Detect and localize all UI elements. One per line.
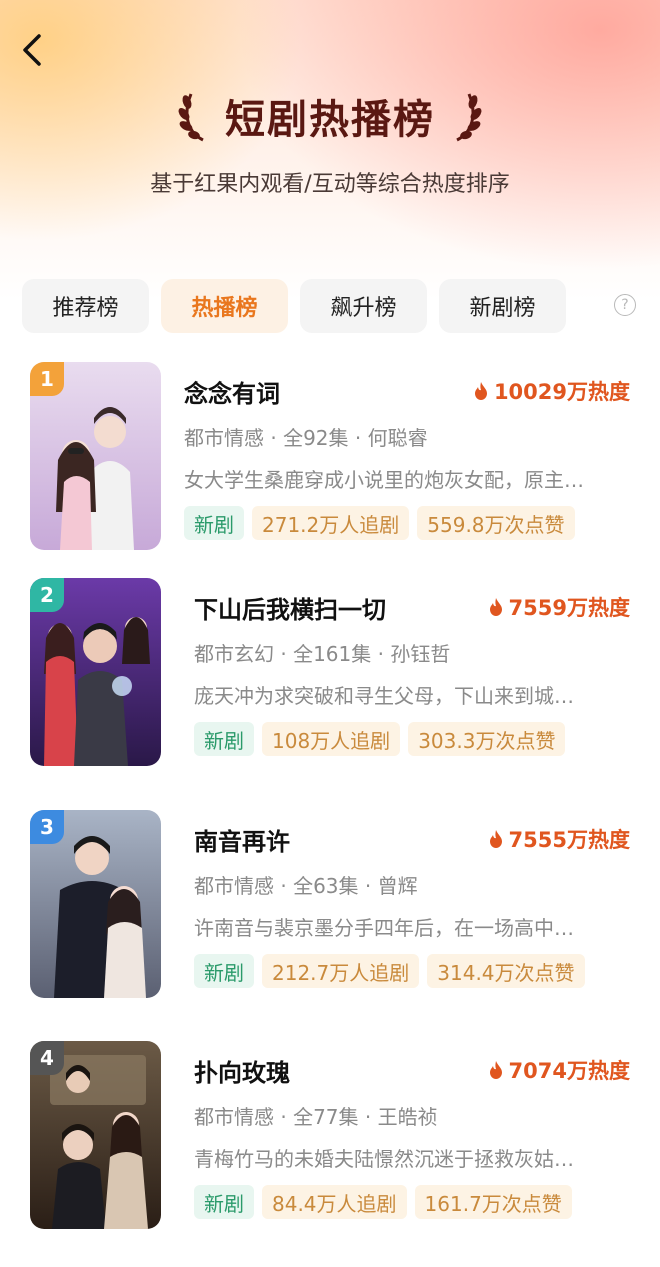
heat-value: 7559万热度: [489, 592, 630, 622]
flame-icon: [489, 1061, 502, 1079]
ranking-tabs: 推荐榜 热播榜 飙升榜 新剧榜: [22, 278, 642, 334]
drama-meta: 都市玄幻 · 全161集 · 孙钰哲: [194, 642, 451, 666]
list-item[interactable]: 3 南音再许 7555万热度 都市情感 · 全63集 · 曾辉 许南音与裴京墨分…: [0, 810, 660, 1000]
drama-description: 许南音与裴京墨分手四年后，在一场高中…: [194, 916, 574, 940]
drama-meta: 都市情感 · 全63集 · 曾辉: [194, 874, 418, 898]
drama-description: 女大学生桑鹿穿成小说里的炮灰女配，原主…: [184, 468, 584, 492]
heat-text: 7555万热度: [508, 828, 630, 852]
help-icon[interactable]: ?: [614, 294, 636, 316]
heat-value: 7074万热度: [489, 1055, 630, 1085]
drama-title: 南音再许: [194, 828, 290, 856]
chevron-left-icon: [23, 34, 41, 66]
cover-image: 2: [30, 578, 161, 766]
tab-new[interactable]: 新剧榜: [439, 279, 566, 333]
flame-icon: [474, 382, 487, 400]
tag-row: 新剧 271.2万人追剧 559.8万次点赞: [184, 506, 575, 540]
drama-description: 青梅竹马的未婚夫陆憬然沉迷于拯救灰姑…: [194, 1147, 574, 1171]
heat-value: 10029万热度: [474, 376, 630, 406]
flame-icon: [489, 830, 502, 848]
drama-meta: 都市情感 · 全77集 · 王皓祯: [194, 1105, 438, 1129]
likes-tag: 314.4万次点赞: [427, 954, 585, 988]
followers-tag: 84.4万人追剧: [262, 1185, 407, 1219]
cover-image: 1: [30, 362, 161, 550]
new-tag: 新剧: [194, 722, 254, 756]
list-item[interactable]: 2 下山后我横扫一切 7559万热度 都市玄幻 · 全161集 · 孙钰哲 庞天…: [0, 578, 660, 768]
back-button[interactable]: [14, 28, 50, 72]
drama-title: 下山后我横扫一切: [194, 596, 386, 624]
heat-text: 7559万热度: [508, 596, 630, 620]
followers-tag: 271.2万人追剧: [252, 506, 410, 540]
drama-meta: 都市情感 · 全92集 · 何聪睿: [184, 426, 428, 450]
page-subtitle: 基于红果内观看/互动等综合热度排序: [150, 172, 510, 197]
tag-row: 新剧 108万人追剧 303.3万次点赞: [194, 722, 566, 756]
tab-rising[interactable]: 飙升榜: [300, 279, 427, 333]
rank-badge: 3: [30, 810, 64, 844]
drama-title: 念念有词: [184, 380, 280, 408]
likes-tag: 559.8万次点赞: [417, 506, 575, 540]
laurel-right-icon: [456, 93, 482, 142]
cover-image: 3: [30, 810, 161, 998]
page-title: 短剧热播榜: [225, 97, 435, 143]
likes-tag: 161.7万次点赞: [414, 1185, 572, 1219]
tag-row: 新剧 212.7万人追剧 314.4万次点赞: [194, 954, 585, 988]
list-item[interactable]: 1 念念有词 10029万热度 都市情感 · 全92集 · 何聪睿 女大学生桑鹿…: [0, 362, 660, 552]
likes-tag: 303.3万次点赞: [408, 722, 566, 756]
tab-recommend[interactable]: 推荐榜: [22, 279, 149, 333]
rank-badge: 2: [30, 578, 64, 612]
drama-description: 庞天冲为求突破和寻生父母，下山来到城…: [194, 684, 574, 708]
heat-text: 7074万热度: [508, 1059, 630, 1083]
heat-value: 7555万热度: [489, 824, 630, 854]
followers-tag: 212.7万人追剧: [262, 954, 420, 988]
followers-tag: 108万人追剧: [262, 722, 401, 756]
drama-title: 扑向玫瑰: [194, 1059, 290, 1087]
flame-icon: [489, 598, 502, 616]
new-tag: 新剧: [184, 506, 244, 540]
list-item[interactable]: 4 扑向玫瑰 7074万热度 都市情感 · 全77集 · 王皓祯 青梅竹马的未婚…: [0, 1041, 660, 1231]
tab-hot[interactable]: 热播榜: [161, 279, 288, 333]
rank-badge: 1: [30, 362, 64, 396]
page-title-row: 短剧热播榜: [0, 80, 660, 152]
tag-row: 新剧 84.4万人追剧 161.7万次点赞: [194, 1185, 572, 1219]
cover-image: 4: [30, 1041, 161, 1229]
new-tag: 新剧: [194, 954, 254, 988]
new-tag: 新剧: [194, 1185, 254, 1219]
heat-text: 10029万热度: [493, 380, 630, 404]
laurel-left-icon: [178, 93, 204, 142]
rank-badge: 4: [30, 1041, 64, 1075]
